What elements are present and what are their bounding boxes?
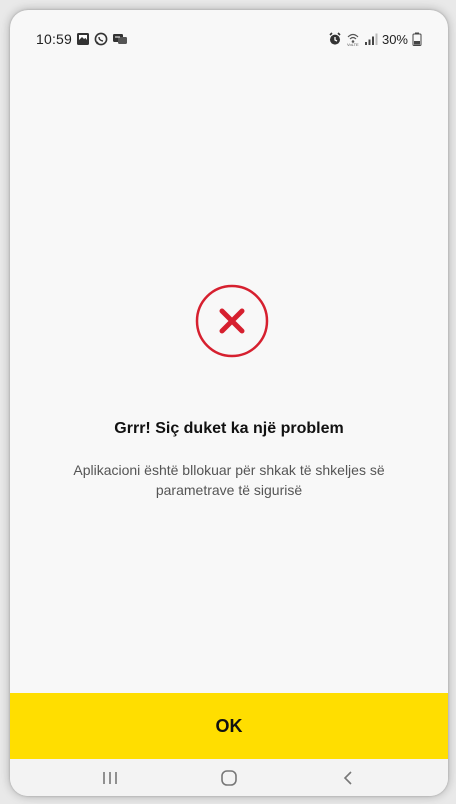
recent-apps-button[interactable] (80, 763, 140, 793)
svg-text:VoLTE: VoLTE (347, 42, 359, 46)
home-icon (221, 769, 237, 786)
error-content: Grrr! Siç duket ka një problem Aplikacio… (10, 68, 448, 690)
error-x-icon (194, 283, 270, 359)
message-icon (112, 32, 128, 46)
error-message: Aplikacioni është bllokuar për shkak të … (73, 462, 385, 498)
ok-button[interactable]: OK (10, 693, 448, 759)
gallery-icon (76, 32, 90, 46)
error-title: Grrr! Siç duket ka një problem (114, 420, 344, 437)
navigation-bar (10, 759, 448, 796)
alarm-icon (328, 32, 342, 46)
battery-icon (412, 32, 426, 46)
home-button[interactable] (199, 763, 259, 793)
whatsapp-icon (94, 32, 108, 46)
phone-screen: 10:59 VoLTE 30% Grrr! Siç duket ka një p… (10, 10, 448, 796)
status-bar-right: VoLTE 30% (328, 32, 426, 47)
status-time: 10:59 (36, 31, 73, 47)
signal-icon (364, 32, 378, 46)
recent-apps-icon (102, 771, 117, 784)
battery-percent: 30% (381, 31, 408, 47)
back-icon (344, 770, 352, 785)
status-bar-left: 10:59 (36, 31, 128, 47)
status-bar: 10:59 VoLTE 30% (10, 10, 448, 68)
back-button[interactable] (318, 763, 378, 793)
wifi-calling-icon: VoLTE (346, 32, 360, 47)
